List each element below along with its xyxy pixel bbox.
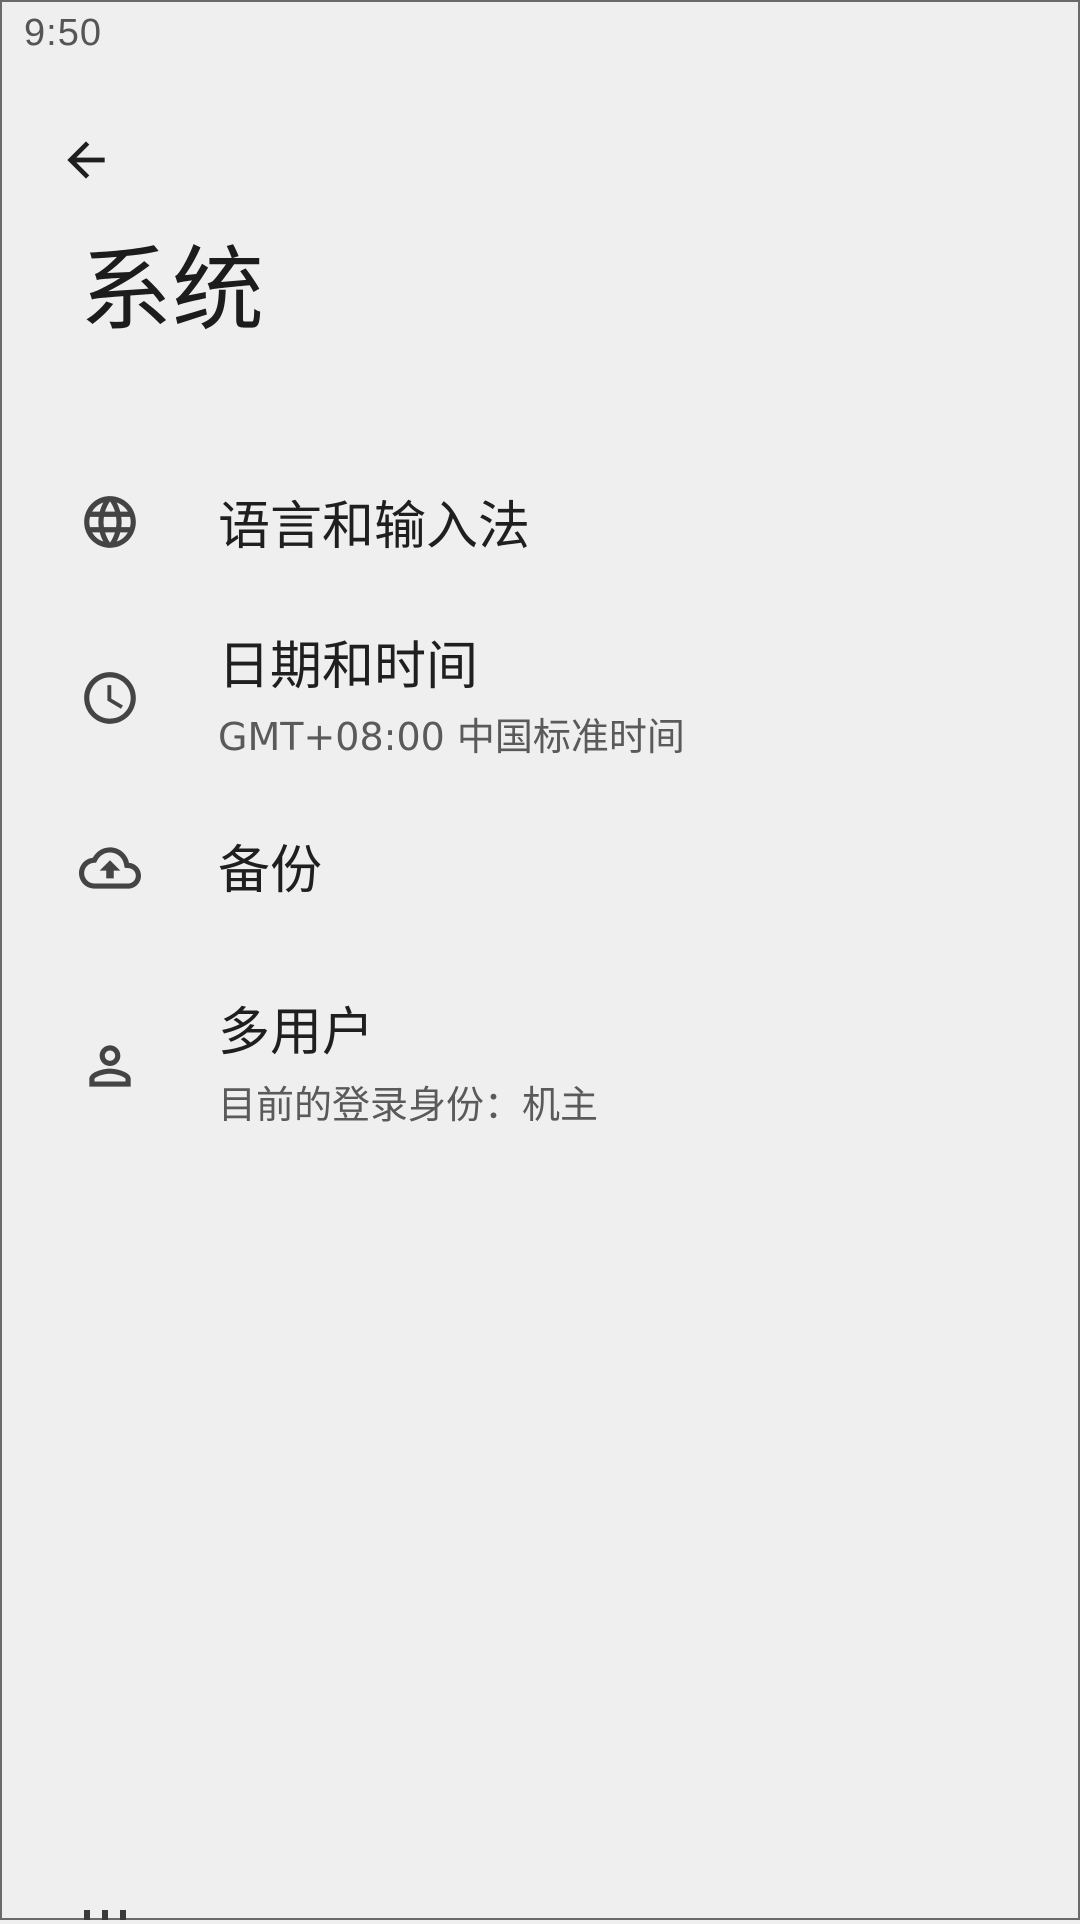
settings-item-subtitle: GMT+08:00 中国标准时间 [218,715,685,759]
clock-icon [78,666,142,730]
arrow-back-icon [67,141,105,179]
settings-item-title: 语言和输入法 [218,497,531,557]
status-bar: 9:50 [0,0,1080,78]
settings-item-date-time[interactable]: 日期和时间 GMT+08:00 中国标准时间 [0,604,1080,794]
back-button[interactable] [44,118,128,202]
globe-icon [78,490,142,554]
settings-item-backup[interactable]: 备份 [0,794,1080,974]
page-title: 系统 [80,237,265,344]
settings-item-title: 备份 [218,841,323,901]
settings-item-subtitle: 目前的登录身份：机主 [218,1083,599,1127]
settings-item-title: 日期和时间 [218,637,479,697]
settings-item-language[interactable]: 语言和输入法 [0,440,1080,604]
settings-item-title: 多用户 [218,1003,375,1063]
nav-hint [78,1904,138,1920]
cloud-upload-icon [78,836,142,900]
settings-item-users[interactable]: 多用户 目前的登录身份：机主 [0,974,1080,1174]
person-icon [78,1034,142,1098]
settings-list: 语言和输入法 日期和时间 GMT+08:00 中国标准时间 备份 多用户 目前的… [0,440,1080,1174]
status-time: 9:50 [24,12,102,54]
